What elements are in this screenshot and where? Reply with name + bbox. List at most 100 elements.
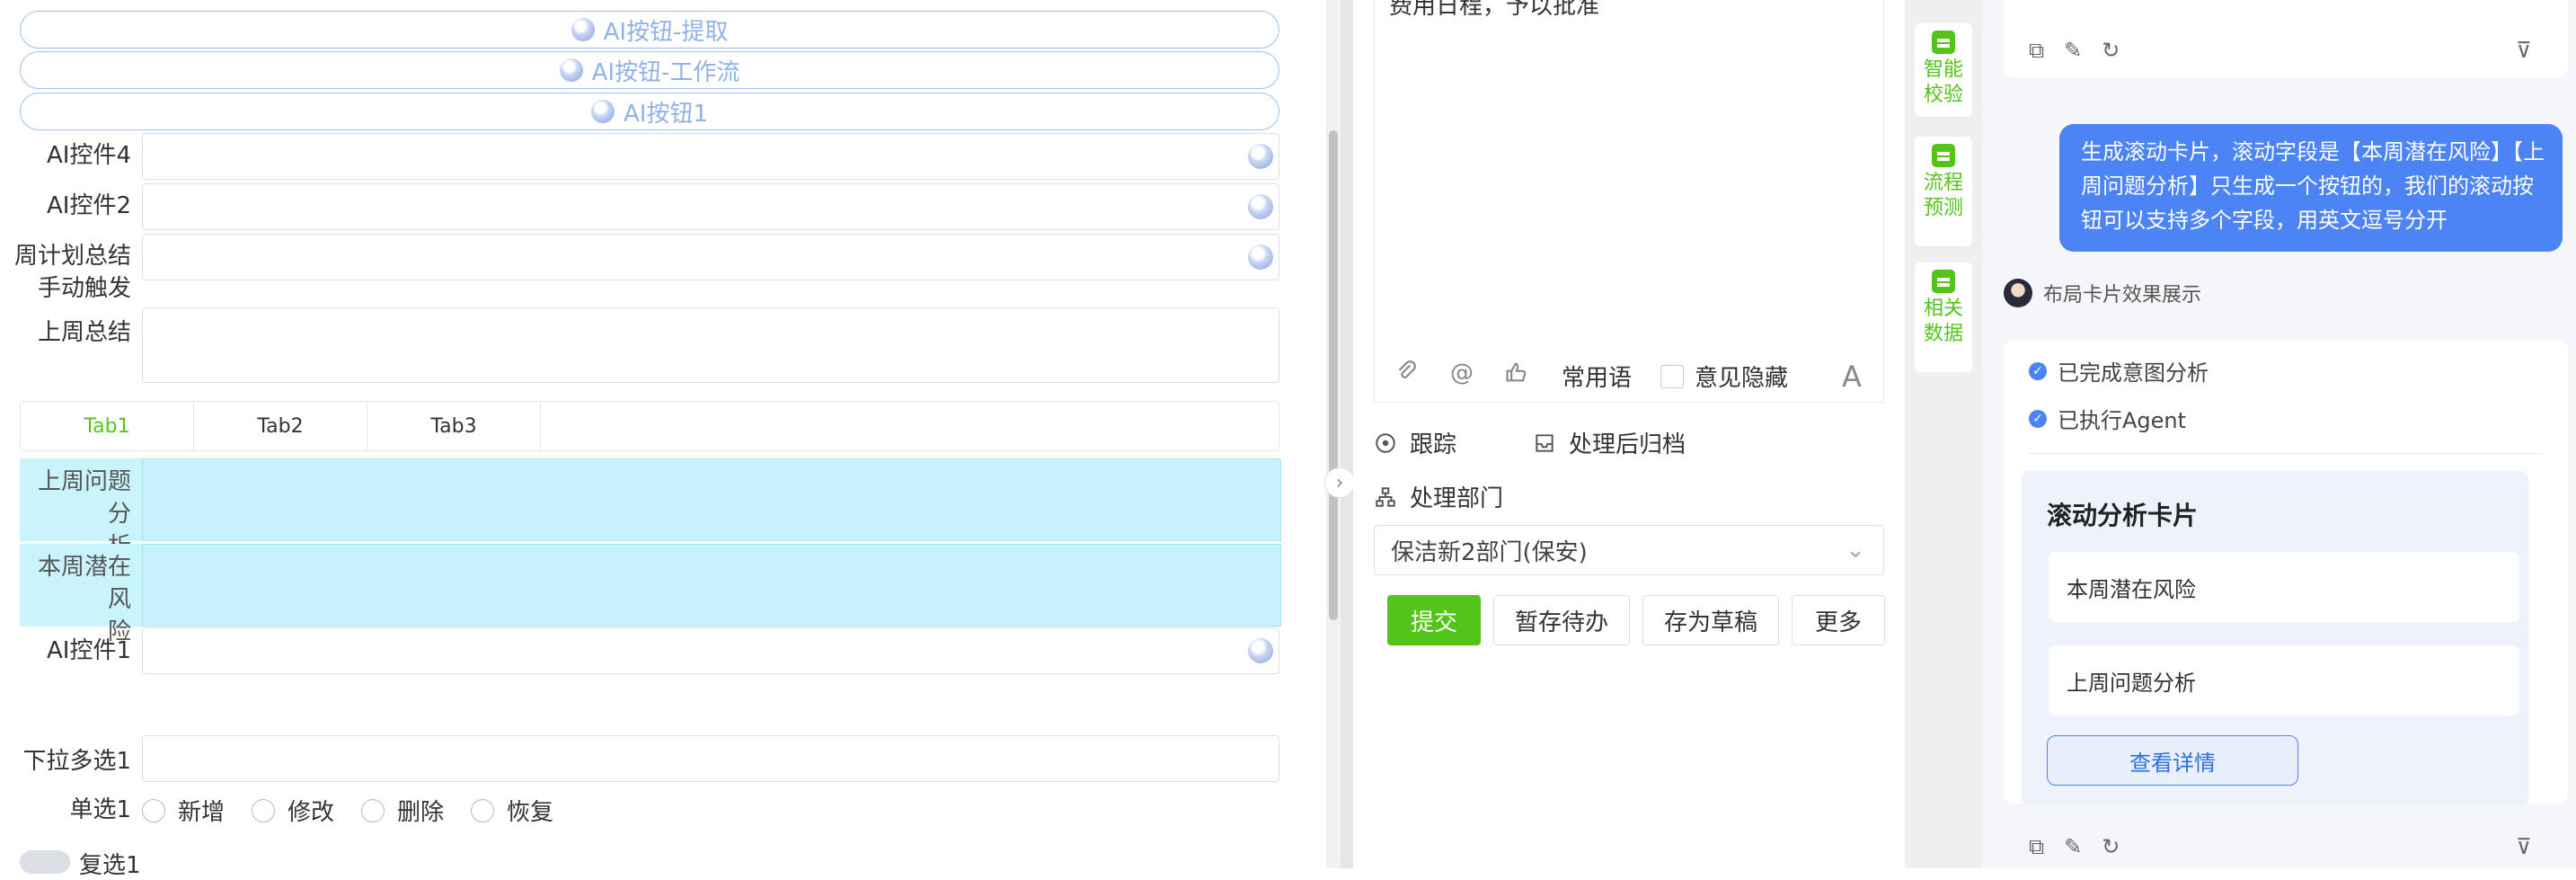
check-label: 已执行Agent: [2058, 408, 2187, 433]
label-line1: 本周潜在风: [37, 554, 131, 613]
card-title: 滚动分析卡片: [2047, 501, 2199, 530]
dept-heading: 处理部门: [1374, 480, 1503, 513]
ai-orb-icon[interactable]: [1248, 144, 1273, 169]
tab-bar: Tab1 Tab2 Tab3: [20, 401, 1279, 451]
answer-toolbar: ⧉ ✎ ↻: [2029, 834, 2120, 859]
agent-avatar: [2004, 279, 2032, 307]
thumbs-down-icon[interactable]: ⊽: [2516, 38, 2532, 63]
dept-label: 处理部门: [1410, 485, 1504, 512]
label-line1: 上周问题分: [37, 468, 131, 528]
refresh-icon[interactable]: ↻: [2102, 834, 2120, 859]
edit-icon[interactable]: ✎: [2064, 38, 2082, 63]
radio-circle-icon: [471, 798, 495, 822]
tab-3[interactable]: Tab3: [367, 402, 541, 450]
save-pending-button[interactable]: 暂存待办: [1493, 595, 1630, 645]
dept-value: 保洁新2部门(保安): [1391, 538, 1588, 566]
radio-label: 新增: [178, 799, 226, 826]
target-icon: [1376, 432, 1395, 453]
ai-orb-icon[interactable]: [1248, 638, 1273, 663]
copy-icon[interactable]: ⧉: [2029, 834, 2044, 859]
form-scrollbar-thumb[interactable]: [1329, 130, 1338, 620]
save-draft-button[interactable]: 存为草稿: [1642, 595, 1779, 645]
strip-label-line2: 数据: [1923, 323, 1963, 345]
track-toggle[interactable]: 跟踪: [1374, 426, 1456, 459]
ai-button-label: AI按钮-提取: [603, 18, 729, 46]
agent-header: 布局卡片效果展示: [2004, 279, 2201, 307]
radio-group-label: 单选1: [69, 796, 131, 823]
radio-restore[interactable]: 恢复: [471, 794, 553, 827]
radio-delete[interactable]: 删除: [361, 794, 444, 827]
ai-control-1-label: AI控件1: [47, 637, 131, 664]
radio-group: 新增 修改 删除 恢复: [142, 794, 553, 827]
ai-orb-icon[interactable]: [1248, 244, 1273, 270]
org-tree-icon: [1376, 486, 1395, 507]
radio-add[interactable]: 新增: [142, 794, 225, 827]
ai-control-4-label: AI控件4: [47, 142, 131, 169]
ai-orb-icon[interactable]: [1248, 194, 1273, 219]
ai-control-2-label: AI控件2: [47, 192, 131, 219]
thumbs-down-icon[interactable]: ⊽: [2516, 834, 2532, 859]
checkbox-toggle[interactable]: [20, 850, 70, 874]
ai-control-4-input[interactable]: [142, 133, 1279, 180]
opinion-editor[interactable]: [1374, 0, 1884, 403]
strip-label-line1: 流程: [1923, 172, 1963, 194]
submit-button[interactable]: 提交: [1387, 595, 1481, 645]
archive-icon: [1536, 433, 1554, 452]
more-button[interactable]: 更多: [1792, 595, 1885, 645]
panel-splitter[interactable]: [1341, 0, 1353, 868]
tab-2[interactable]: Tab2: [194, 402, 367, 450]
ai-button-extract[interactable]: AI按钮-提取: [20, 11, 1279, 49]
view-details-button[interactable]: 查看详情: [2047, 735, 2298, 786]
ai-orb-icon: [591, 100, 615, 123]
copy-icon[interactable]: ⧉: [2029, 38, 2044, 63]
font-format-icon[interactable]: A: [1842, 360, 1862, 394]
edit-icon[interactable]: ✎: [2064, 834, 2082, 859]
radio-circle-icon: [142, 798, 165, 822]
archive-after-processing[interactable]: 处理后归档: [1533, 426, 1686, 459]
attachment-icon[interactable]: [1394, 360, 1418, 383]
this-week-risk-label: 本周潜在风 险: [20, 551, 131, 648]
last-week-summary-label: 上周总结: [37, 319, 131, 346]
card-field-risk[interactable]: 本周潜在风险: [2049, 552, 2519, 622]
dropdown-multi-select[interactable]: [142, 735, 1279, 782]
thumbs-up-icon[interactable]: [1504, 360, 1529, 385]
strip-label-line1: 智能: [1923, 58, 1963, 81]
radio-circle-icon: [252, 798, 276, 822]
ai-control-2-input[interactable]: [142, 183, 1279, 230]
this-week-risk-row: 本周潜在风 险: [20, 544, 1281, 645]
last-week-summary-textarea[interactable]: [142, 307, 1279, 383]
radio-label: 恢复: [507, 799, 554, 826]
hide-opinion-label: 意见隐藏: [1695, 365, 1789, 392]
tab-1[interactable]: Tab1: [21, 402, 194, 450]
collapse-chevron-icon[interactable]: ›: [1324, 467, 1355, 498]
ai-button-1[interactable]: AI按钮1: [20, 93, 1279, 130]
mention-icon[interactable]: @: [1450, 360, 1474, 387]
check-label: 已完成意图分析: [2058, 360, 2209, 386]
this-week-risk-field[interactable]: [142, 544, 1281, 627]
smart-check-button[interactable]: 智能 校验: [1915, 23, 1972, 117]
weekly-summary-label-line2: 手动触发: [37, 275, 131, 302]
card-field-issue[interactable]: 上周问题分析: [2049, 645, 2519, 716]
check-circle-icon: ✓: [2029, 361, 2047, 380]
check-intent-analysis: ✓ 已完成意图分析: [2029, 355, 2209, 387]
last-week-issue-analysis-field[interactable]: [142, 458, 1281, 541]
ai-orb-icon: [571, 18, 595, 41]
weekly-summary-label-line1: 周计划总结: [13, 243, 131, 270]
last-week-issue-analysis-row: 上周问题分 析: [20, 458, 1281, 560]
common-phrases-button[interactable]: 常用语: [1562, 360, 1632, 393]
strip-label-line2: 校验: [1923, 84, 1963, 106]
strip-label-line2: 预测: [1923, 197, 1963, 219]
hide-opinion-checkbox[interactable]: 意见隐藏: [1660, 360, 1788, 393]
weekly-summary-input[interactable]: [142, 234, 1279, 280]
flow-predict-button[interactable]: 流程 预测: [1915, 137, 1972, 246]
refresh-icon[interactable]: ↻: [2102, 38, 2120, 63]
ai-control-1-input[interactable]: [142, 627, 1279, 674]
track-label: 跟踪: [1410, 431, 1457, 458]
dept-select[interactable]: 保洁新2部门(保安) ⌄: [1374, 525, 1884, 575]
ai-button-workflow[interactable]: AI按钮-工作流: [20, 51, 1279, 89]
related-data-button[interactable]: 相关 数据: [1915, 262, 1972, 372]
radio-modify[interactable]: 修改: [252, 794, 334, 827]
flow-icon: [1932, 144, 1955, 167]
user-message-bubble: 生成滚动卡片，滚动字段是【本周潜在风险】【上周问题分析】只生成一个按钮的，我们的…: [2059, 124, 2563, 252]
assistant-tool-strip: [1905, 0, 1982, 868]
